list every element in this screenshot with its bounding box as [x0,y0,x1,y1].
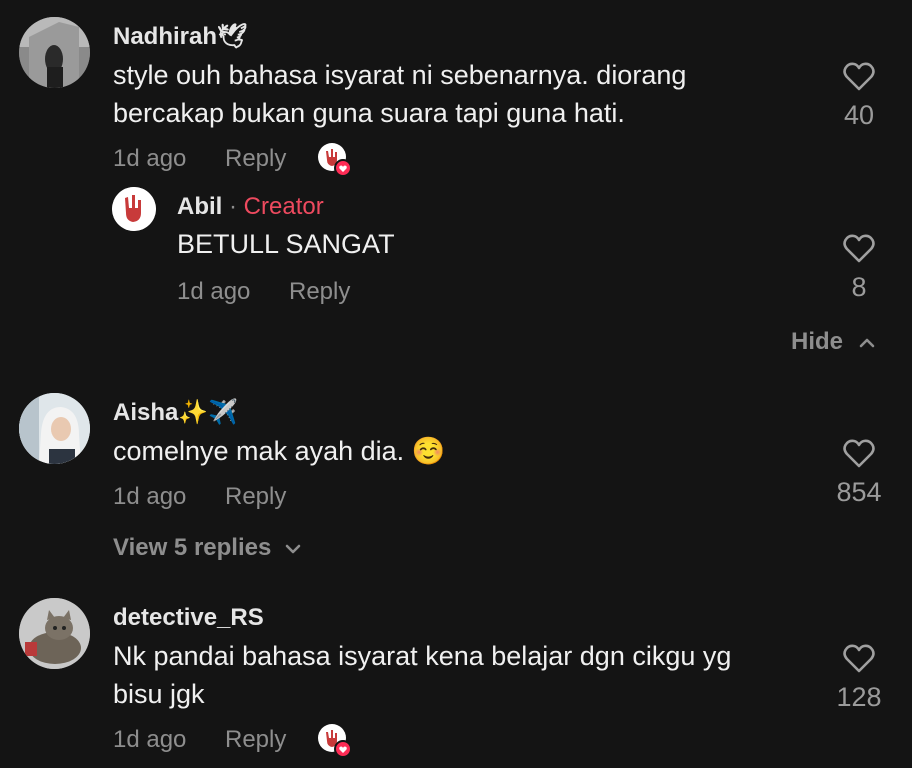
reply-text: BETULL SANGAT [177,229,395,259]
comment-text: comelnye mak ayah dia. ☺️ [113,432,445,470]
comment-username[interactable]: Aisha✨✈️ [113,398,238,427]
dove-emoji: 🕊 [217,22,248,50]
comment-text-line: comelnye mak ayah dia. ☺️ [113,436,446,466]
like-heart-icon[interactable] [843,438,875,468]
avatar-aisha-image [19,393,90,464]
like-heart-icon[interactable] [843,643,875,673]
comment-time: 1d ago [113,483,187,510]
like-heart-icon[interactable] [843,233,875,263]
creator-liked-icon [318,724,352,758]
creator-badge: Creator [243,193,324,220]
username-text: detective_RS [113,604,264,631]
reply-button[interactable]: Reply [225,483,286,511]
avatar-nadhirah[interactable] [19,17,90,88]
avatar-abil[interactable] [112,187,156,231]
like-heart-icon[interactable] [843,61,875,91]
avatar-aisha[interactable] [19,393,90,464]
like-count: 40 [843,100,875,130]
reply-time: 1d ago [177,278,251,305]
comment-text-line: Nk pandai bahasa isyarat kena belajar dg… [113,641,732,671]
like-count: 8 [851,272,867,302]
chevron-down-icon [285,544,301,553]
comment-text: style ouh bahasa isyarat ni sebenarnya. … [113,56,686,132]
sparkles-airplane-emoji: ✨✈️ [178,398,239,426]
view-replies-label: View 5 replies [113,534,272,561]
creator-liked-icon [318,143,352,177]
avatar-cat-image [19,598,90,669]
reply-username[interactable]: Abil [177,193,222,220]
separator-dot: · [229,193,237,220]
comment-time: 1d ago [113,726,187,753]
comment-time: 1d ago [113,145,187,172]
comment-text-line: style ouh bahasa isyarat ni sebenarnya. … [113,60,687,90]
view-replies-button[interactable]: View 5 replies [113,534,302,562]
rock-hand-avatar-icon [112,187,156,231]
hide-replies-button[interactable]: Hide [791,328,876,356]
comment-text-line: bisu jgk [113,679,205,709]
avatar-detective-rs[interactable] [19,598,90,669]
comment-username[interactable]: Nadhirah🕊 [113,22,247,51]
avatar-nadhirah-image [19,17,90,88]
reply-button[interactable]: Reply [225,145,286,173]
username-text: Aisha [113,399,179,426]
hide-label: Hide [791,328,844,355]
reply-button[interactable]: Reply [225,726,286,754]
comment-text-line: bercakap bukan guna suara tapi guna hati… [113,98,625,128]
reply-username-row: Abil · Creator [177,193,324,221]
comment-text: Nk pandai bahasa isyarat kena belajar dg… [113,637,731,713]
username-text: Nadhirah [113,23,218,50]
reply-button[interactable]: Reply [289,278,350,306]
like-count: 854 [836,477,882,507]
comment-username[interactable]: detective_RS [113,604,264,632]
chevron-up-icon [859,338,874,347]
like-count: 128 [836,682,882,712]
